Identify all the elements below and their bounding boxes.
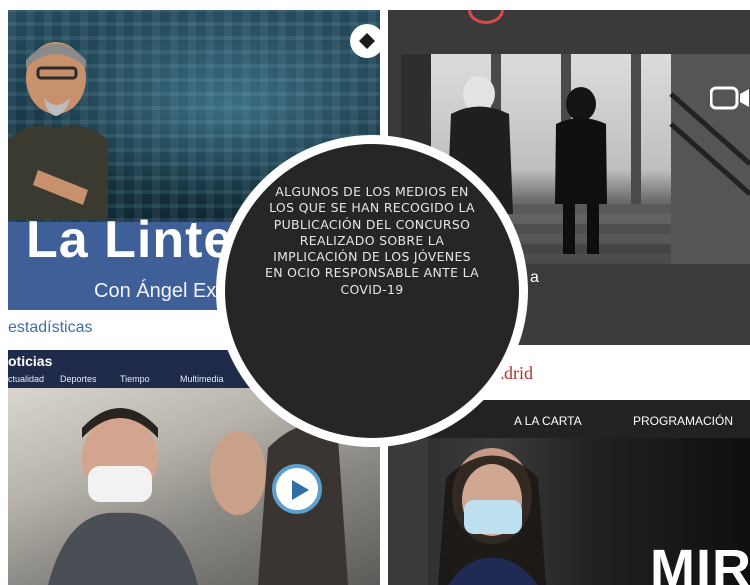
mira-overlay-text: MIRA	[650, 539, 750, 585]
menu-item-a-la-carta[interactable]: A LA CARTA	[514, 414, 582, 428]
menu-item-tiempo[interactable]: Tiempo	[120, 374, 150, 384]
play-icon	[292, 480, 309, 500]
program-title: La Linte	[26, 211, 234, 269]
diamond-button[interactable]	[350, 24, 380, 58]
video-label: a	[530, 269, 539, 286]
stats-link[interactable]: estadísticas	[8, 319, 92, 337]
diamond-icon	[359, 33, 375, 49]
program-subtitle: Con Ángel Ex	[94, 280, 217, 302]
presenter-photo	[8, 42, 108, 220]
noticias-brand[interactable]: oticias	[8, 353, 52, 369]
menu-item-actualidad[interactable]: ctualidad	[8, 374, 44, 384]
camera-icon[interactable]	[710, 86, 750, 110]
menu-item-deportes[interactable]: Deportes	[60, 374, 97, 384]
play-button[interactable]	[272, 464, 322, 514]
menu-item-programacion[interactable]: PROGRAMACIÓN	[633, 414, 733, 428]
menu-item-multimedia[interactable]: Multimedia	[180, 374, 224, 384]
caption-text: ALGUNOS DE LOS MEDIOS EN LOS QUE SE HAN …	[265, 184, 479, 297]
partial-logo	[468, 10, 504, 24]
